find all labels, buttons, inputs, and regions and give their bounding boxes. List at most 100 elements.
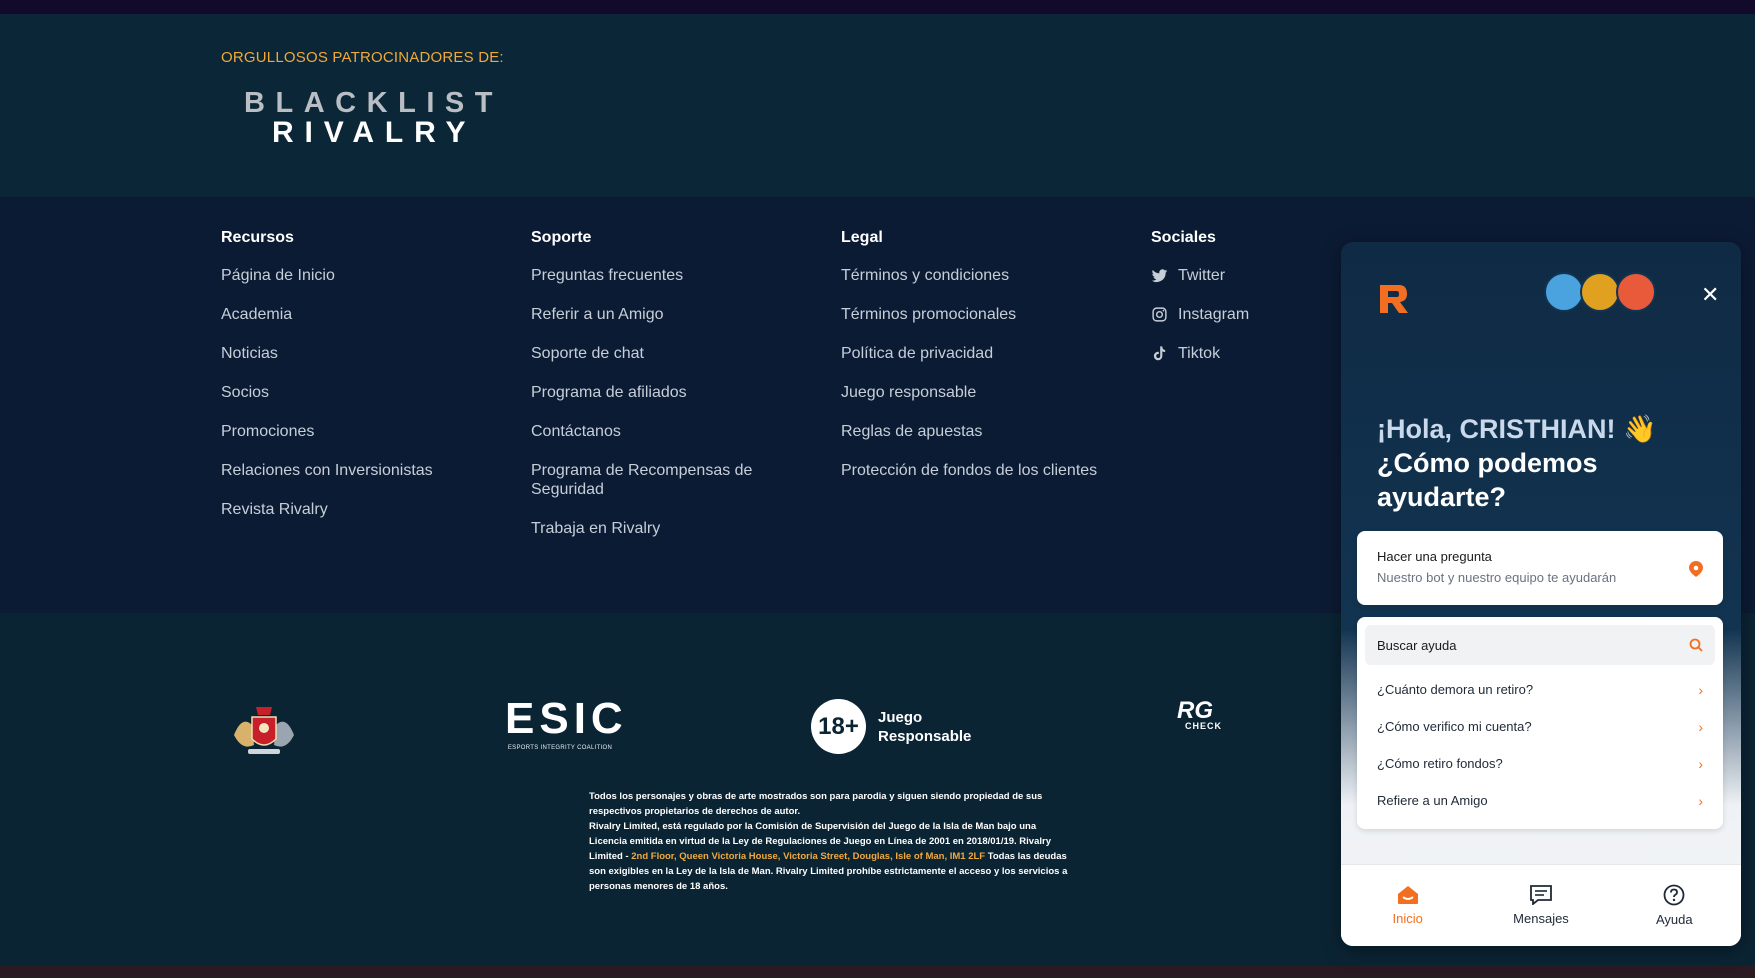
os-taskbar [0, 965, 1755, 978]
logo-line-2: RIVALRY [272, 116, 467, 149]
link-contacto[interactable]: Contáctanos [531, 422, 771, 441]
ask-subtitle: Nuestro bot y nuestro equipo te ayudarán [1377, 570, 1617, 585]
age-line-1: Juego [878, 708, 923, 726]
link-tiktok[interactable]: Tiktok [1178, 344, 1220, 363]
search-icon [1689, 638, 1703, 652]
link-inicio[interactable]: Página de Inicio [221, 266, 501, 285]
chat-greeting: ¡Hola, CRISTHIAN! 👋 ¿Cómo podemos ayudar… [1377, 412, 1717, 514]
age-label: 18+ [818, 712, 859, 740]
link-faq[interactable]: Preguntas frecuentes [531, 266, 771, 285]
link-academia[interactable]: Academia [221, 305, 501, 324]
link-promociones[interactable]: Promociones [221, 422, 501, 441]
link-reglas[interactable]: Reglas de apuestas [841, 422, 1121, 441]
link-revista[interactable]: Revista Rivalry [221, 500, 501, 519]
chevron-right-icon: › [1698, 681, 1703, 698]
logo-line-1: BLACKLIST [244, 90, 494, 119]
age-circle: 18+ [811, 699, 866, 754]
chat-bottom-nav: Inicio Mensajes Ayuda [1341, 864, 1741, 946]
esic-badge[interactable]: ESIC ESPORTS INTEGRITY COALITION [505, 694, 628, 752]
rg-text: RG [1177, 697, 1213, 724]
home-icon [1397, 886, 1418, 904]
search-label: Buscar ayuda [1377, 637, 1457, 653]
agent-avatars [1544, 272, 1656, 312]
sponsor-section: ORGULLOSOS PATROCINADORES DE: BLACKLIST … [0, 14, 1755, 197]
col-title-recursos: Recursos [221, 229, 294, 246]
link-trabaja[interactable]: Trabaja en Rivalry [531, 519, 771, 538]
link-instagram[interactable]: Instagram [1178, 305, 1249, 324]
greeting-line-1: ¡Hola, CRISTHIAN! 👋 [1377, 414, 1657, 444]
social-twitter[interactable]: Twitter [1151, 266, 1331, 285]
esic-subtitle: ESPORTS INTEGRITY COALITION [507, 745, 613, 751]
messages-icon [1530, 885, 1552, 905]
col-legal: Legal Términos y condiciones Términos pr… [841, 229, 1121, 500]
chevron-right-icon: › [1698, 792, 1703, 809]
greeting-line-2: ¿Cómo podemos ayudarte? [1377, 448, 1598, 512]
legal-paragraph-1: Todos los personajes y obras de arte mos… [589, 791, 1043, 817]
nav-label: Mensajes [1513, 911, 1569, 926]
nav-label: Inicio [1392, 911, 1423, 926]
faq-item[interactable]: Refiere a un Amigo › [1365, 782, 1715, 819]
col-soporte: Soporte Preguntas frecuentes Referir a u… [531, 229, 771, 558]
col-title-soporte: Soporte [531, 229, 592, 246]
browser-top-strip [0, 0, 1755, 14]
search-help-bar[interactable]: Buscar ayuda [1365, 625, 1715, 665]
link-recompensas[interactable]: Programa de Recompensas de Seguridad [531, 461, 771, 499]
social-tiktok[interactable]: Tiktok [1151, 344, 1331, 363]
nav-mensajes[interactable]: Mensajes [1474, 865, 1607, 946]
legal-address: 2nd Floor, Queen Victoria House, Victori… [631, 851, 986, 862]
link-proteccion-fondos[interactable]: Protección de fondos de los clientes [841, 461, 1121, 480]
tiktok-icon [1153, 346, 1166, 361]
nav-inicio[interactable]: Inicio [1341, 865, 1474, 946]
esic-logo-text: ESIC [505, 694, 628, 743]
faq-label: ¿Cómo verifico mi cuenta? [1377, 719, 1532, 734]
social-instagram[interactable]: Instagram [1151, 305, 1331, 324]
help-icon [1663, 884, 1685, 906]
ask-question-card[interactable]: Hacer una pregunta Nuestro bot y nuestro… [1357, 531, 1723, 605]
faq-label: ¿Cómo retiro fondos? [1377, 756, 1503, 771]
link-terminos-promo[interactable]: Términos promocionales [841, 305, 1121, 324]
faq-label: ¿Cuánto demora un retiro? [1377, 682, 1534, 697]
sponsor-label: ORGULLOSOS PATROCINADORES DE: [221, 49, 504, 66]
isle-of-man-crest-icon[interactable] [228, 695, 300, 759]
link-privacidad[interactable]: Política de privacidad [841, 344, 1121, 363]
rg-sub: CHECK [1185, 721, 1223, 731]
col-sociales: Sociales Twitter Instagram Tiktok [1151, 229, 1331, 383]
support-chat-widget: ✕ ¡Hola, CRISTHIAN! 👋 ¿Cómo podemos ayud… [1341, 242, 1741, 946]
link-inversionistas[interactable]: Relaciones con Inversionistas [221, 461, 501, 480]
rivalry-logo-icon [1380, 285, 1408, 313]
link-noticias[interactable]: Noticias [221, 344, 501, 363]
send-pin-icon [1689, 561, 1703, 577]
col-title-sociales: Sociales [1151, 229, 1216, 246]
legal-paragraph-2: Rivalry Limited, está regulado por la Co… [589, 819, 1069, 894]
faq-item[interactable]: ¿Cuánto demora un retiro? › [1365, 671, 1715, 708]
instagram-icon [1152, 307, 1167, 322]
avatar [1544, 272, 1584, 312]
link-socios[interactable]: Socios [221, 383, 501, 402]
chevron-right-icon: › [1698, 718, 1703, 735]
link-twitter[interactable]: Twitter [1178, 266, 1225, 285]
link-afiliados[interactable]: Programa de afiliados [531, 383, 771, 402]
col-recursos: Recursos Página de Inicio Academia Notic… [221, 229, 501, 539]
link-terminos[interactable]: Términos y condiciones [841, 266, 1121, 285]
faq-label: Refiere a un Amigo [1377, 793, 1488, 808]
col-title-legal: Legal [841, 229, 883, 246]
faq-item[interactable]: ¿Cómo retiro fondos? › [1365, 745, 1715, 782]
nav-label: Ayuda [1656, 912, 1693, 927]
faq-item[interactable]: ¿Cómo verifico mi cuenta? › [1365, 708, 1715, 745]
age-line-2: Responsable [878, 727, 972, 745]
rg-check-badge[interactable]: RG CHECK [1177, 697, 1223, 732]
ask-title: Hacer una pregunta [1377, 549, 1492, 564]
twitter-icon [1151, 269, 1168, 283]
avatar [1616, 272, 1656, 312]
link-juego-responsable[interactable]: Juego responsable [841, 383, 1121, 402]
link-soporte-chat[interactable]: Soporte de chat [531, 344, 771, 363]
nav-ayuda[interactable]: Ayuda [1608, 865, 1741, 946]
avatar [1580, 272, 1620, 312]
legal-disclaimer: Todos los personajes y obras de arte mos… [589, 789, 1069, 894]
close-icon[interactable]: ✕ [1701, 282, 1719, 308]
age-badge[interactable]: 18+ Juego Responsable [811, 699, 971, 754]
blacklist-rivalry-logo[interactable]: BLACKLIST RIVALRY [244, 90, 504, 150]
chevron-right-icon: › [1698, 755, 1703, 772]
link-referir[interactable]: Referir a un Amigo [531, 305, 771, 324]
help-search-card: Buscar ayuda ¿Cuánto demora un retiro? › … [1357, 617, 1723, 829]
